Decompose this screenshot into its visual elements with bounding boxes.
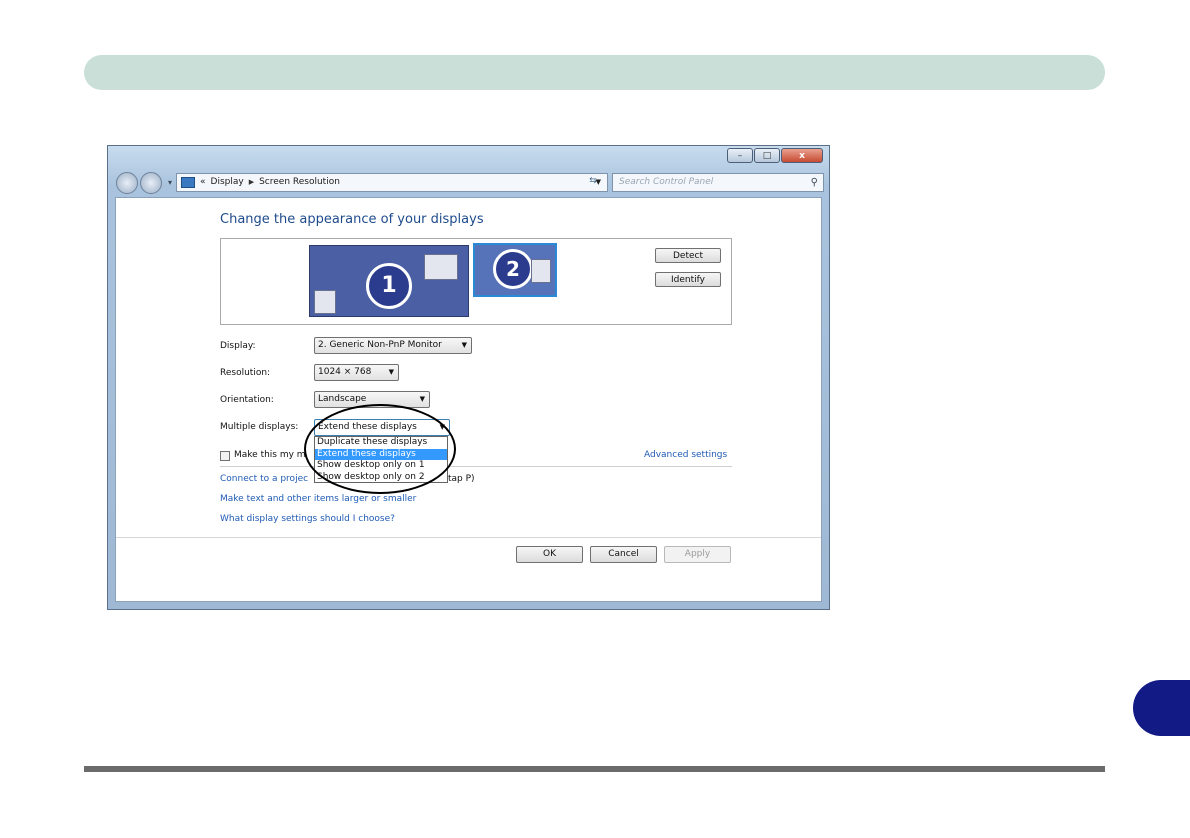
breadcrumb-separator-icon[interactable]: ▶: [249, 174, 254, 191]
breadcrumb-overflow[interactable]: «: [200, 174, 206, 191]
control-panel-icon: [181, 177, 195, 188]
orientation-select-value: Landscape: [318, 394, 367, 404]
detect-button[interactable]: Detect: [655, 248, 721, 263]
minimize-button[interactable]: –: [727, 148, 753, 163]
window-thumbnail-icon: [531, 259, 551, 283]
connect-projector-link[interactable]: Connect to a projec: [220, 474, 308, 484]
search-placeholder: Search Control Panel: [619, 177, 714, 187]
display-select[interactable]: 2. Generic Non-PnP Monitor ▼: [314, 337, 472, 354]
search-input[interactable]: Search Control Panel ⚲: [612, 173, 824, 192]
cancel-button[interactable]: Cancel: [590, 546, 657, 563]
highlight-ellipse: [304, 404, 456, 494]
identify-button[interactable]: Identify: [655, 272, 721, 287]
dialog-content: Change the appearance of your displays 1…: [115, 197, 822, 602]
page-tab-marker: [1133, 680, 1190, 736]
resolution-label: Resolution:: [220, 368, 271, 378]
section-divider: [220, 466, 732, 467]
make-main-display-label[interactable]: Make this my m: [234, 450, 306, 460]
text-size-link[interactable]: Make text and other items larger or smal…: [220, 494, 416, 504]
search-icon[interactable]: ⚲: [811, 174, 818, 191]
back-arrow-icon[interactable]: [116, 172, 138, 194]
navigation-bar: ▾ « Display ▶ Screen Resolution ▼ ⇆ Sear…: [116, 172, 824, 194]
close-button[interactable]: x: [781, 148, 823, 163]
monitor-1-tile[interactable]: 1: [309, 245, 469, 317]
display-arrangement-panel: 1 2 Detect Identify: [220, 238, 732, 325]
page-title: Change the appearance of your displays: [220, 212, 484, 227]
chevron-down-icon: ▼: [461, 341, 467, 349]
resolution-select[interactable]: 1024 × 768 ▼: [314, 364, 399, 381]
breadcrumb-display[interactable]: Display: [211, 174, 244, 191]
button-bar-divider: [116, 537, 821, 538]
window-thumbnail-icon: [314, 290, 336, 314]
connect-projector-shortcut: tap P): [448, 474, 475, 484]
resolution-select-value: 1024 × 768: [318, 367, 372, 377]
refresh-icon[interactable]: ⇆: [582, 173, 604, 190]
display-label: Display:: [220, 341, 256, 351]
advanced-settings-link[interactable]: Advanced settings: [644, 450, 727, 460]
recent-pages-chevron-icon[interactable]: ▾: [168, 178, 172, 187]
orientation-label: Orientation:: [220, 395, 274, 405]
chevron-down-icon: ▼: [388, 368, 394, 376]
maximize-button[interactable]: □: [754, 148, 780, 163]
address-bar[interactable]: « Display ▶ Screen Resolution ▼: [176, 173, 608, 192]
make-main-display-checkbox[interactable]: [220, 451, 230, 461]
display-select-value: 2. Generic Non-PnP Monitor: [318, 340, 442, 350]
chevron-down-icon: ▼: [419, 395, 425, 403]
monitor-1-number: 1: [366, 263, 412, 309]
display-help-link[interactable]: What display settings should I choose?: [220, 514, 395, 524]
footer-rule: [84, 766, 1105, 772]
ok-button[interactable]: OK: [516, 546, 583, 563]
apply-button[interactable]: Apply: [664, 546, 731, 563]
window-thumbnail-icon: [424, 254, 458, 280]
page-header-bar: [84, 55, 1105, 90]
monitor-2-tile[interactable]: 2: [473, 243, 557, 297]
screen-resolution-window: – □ x ▾ « Display ▶ Screen Resolution ▼ …: [107, 145, 830, 610]
monitor-2-number: 2: [493, 249, 533, 289]
window-controls: – □ x: [726, 148, 823, 164]
breadcrumb-screen-resolution[interactable]: Screen Resolution: [259, 174, 340, 191]
forward-arrow-icon[interactable]: [140, 172, 162, 194]
multiple-displays-label: Multiple displays:: [220, 422, 299, 432]
